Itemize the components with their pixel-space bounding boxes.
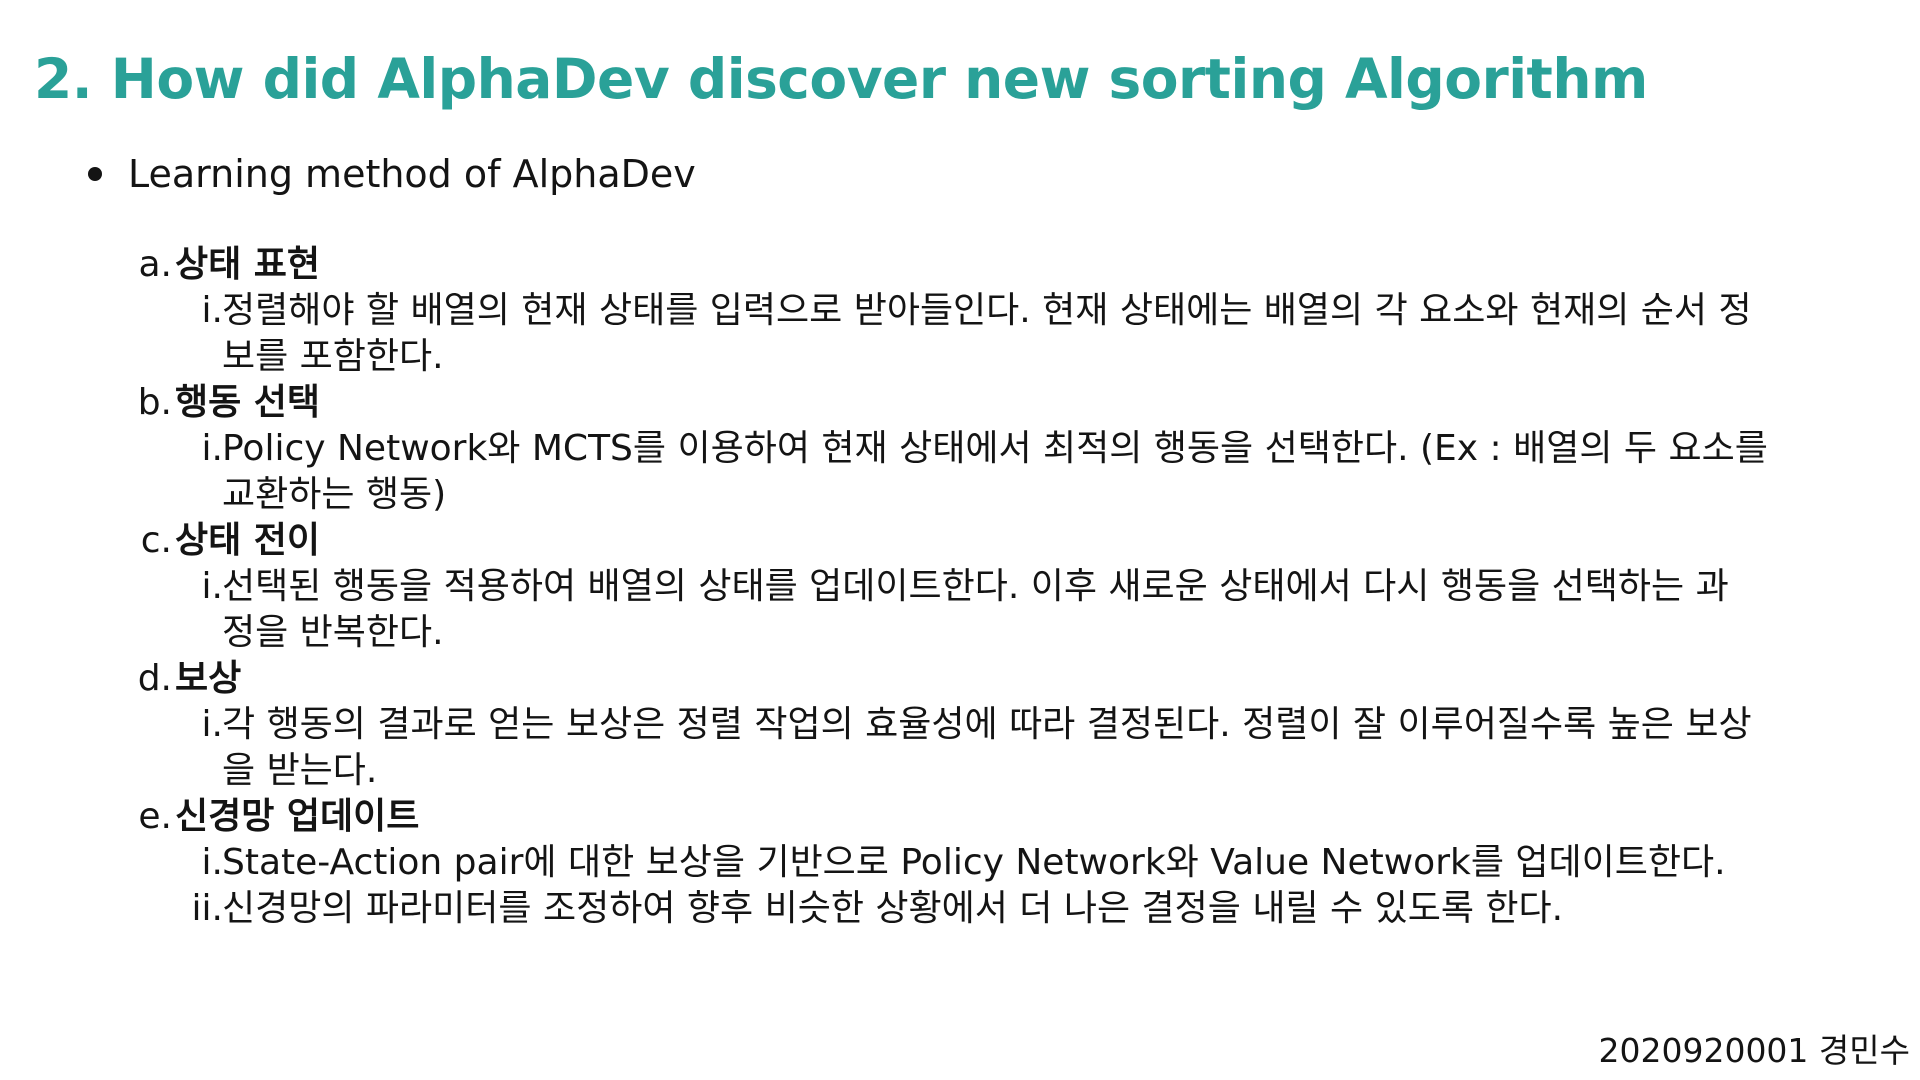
list-item: i. 선택된 행동을 적용하여 배열의 상태를 업데이트한다. 이후 새로운 상… (0, 564, 1920, 656)
list-item: i. 각 행동의 결과로 얻는 보상은 정렬 작업의 효율성에 따라 결정된다.… (0, 702, 1920, 794)
section-list: a. 상태 표현 i. 정렬해야 할 배열의 현재 상태를 입력으로 받아들인다… (0, 242, 1920, 932)
item-number: i. (201, 566, 223, 607)
bullet-dot-icon (88, 167, 102, 181)
section-title: 행동 선택 (175, 382, 321, 423)
bullet-item: Learning method of AlphaDev (88, 148, 696, 200)
section-state-representation: a. 상태 표현 i. 정렬해야 할 배열의 현재 상태를 입력으로 받아들인다… (0, 242, 1920, 380)
section-letter: c. (140, 520, 172, 561)
list-item: i. Policy Network와 MCTS를 이용하여 현재 상태에서 최적… (0, 426, 1920, 518)
section-action-selection: b. 행동 선택 i. Policy Network와 MCTS를 이용하여 현… (0, 380, 1920, 518)
bullet-text: Learning method of AlphaDev (128, 152, 696, 196)
author-footer: 2020920001 경민수 (1598, 1031, 1910, 1070)
section-reward: d. 보상 i. 각 행동의 결과로 얻는 보상은 정렬 작업의 효율성에 따라… (0, 656, 1920, 794)
section-title: 상태 표현 (175, 244, 321, 285)
section-letter: d. (137, 658, 172, 699)
item-number: i. (201, 290, 223, 331)
item-number: i. (201, 428, 223, 469)
item-number: i. (201, 704, 223, 745)
item-text: Policy Network와 MCTS를 이용하여 현재 상태에서 최적의 행… (222, 428, 1768, 515)
item-text: 신경망의 파라미터를 조정하여 향후 비슷한 상황에서 더 나은 결정을 내릴 … (222, 888, 1564, 929)
section-heading: c. 상태 전이 (0, 518, 1920, 564)
section-heading: b. 행동 선택 (0, 380, 1920, 426)
list-item: i. State-Action pair에 대한 보상을 기반으로 Policy… (0, 840, 1920, 886)
section-heading: a. 상태 표현 (0, 242, 1920, 288)
item-text: 각 행동의 결과로 얻는 보상은 정렬 작업의 효율성에 따라 결정된다. 정렬… (222, 704, 1752, 791)
section-title: 상태 전이 (175, 520, 321, 561)
section-letter: a. (138, 244, 172, 285)
section-letter: e. (138, 796, 172, 837)
slide: 2. How did AlphaDev discover new sorting… (0, 0, 1920, 1080)
section-title: 신경망 업데이트 (175, 796, 420, 837)
section-letter: b. (137, 382, 172, 423)
list-item: ii. 신경망의 파라미터를 조정하여 향후 비슷한 상황에서 더 나은 결정을… (0, 886, 1920, 932)
section-state-transition: c. 상태 전이 i. 선택된 행동을 적용하여 배열의 상태를 업데이트한다.… (0, 518, 1920, 656)
item-text: 선택된 행동을 적용하여 배열의 상태를 업데이트한다. 이후 새로운 상태에서… (222, 566, 1729, 653)
section-heading: e. 신경망 업데이트 (0, 794, 1920, 840)
item-number: i. (201, 842, 223, 883)
item-text: State-Action pair에 대한 보상을 기반으로 Policy Ne… (222, 842, 1726, 883)
item-text: 정렬해야 할 배열의 현재 상태를 입력으로 받아들인다. 현재 상태에는 배열… (222, 290, 1752, 377)
list-item: i. 정렬해야 할 배열의 현재 상태를 입력으로 받아들인다. 현재 상태에는… (0, 288, 1920, 380)
section-network-update: e. 신경망 업데이트 i. State-Action pair에 대한 보상을… (0, 794, 1920, 932)
item-number: ii. (191, 888, 223, 929)
slide-title: 2. How did AlphaDev discover new sorting… (34, 47, 1648, 111)
section-title: 보상 (175, 658, 242, 699)
section-heading: d. 보상 (0, 656, 1920, 702)
